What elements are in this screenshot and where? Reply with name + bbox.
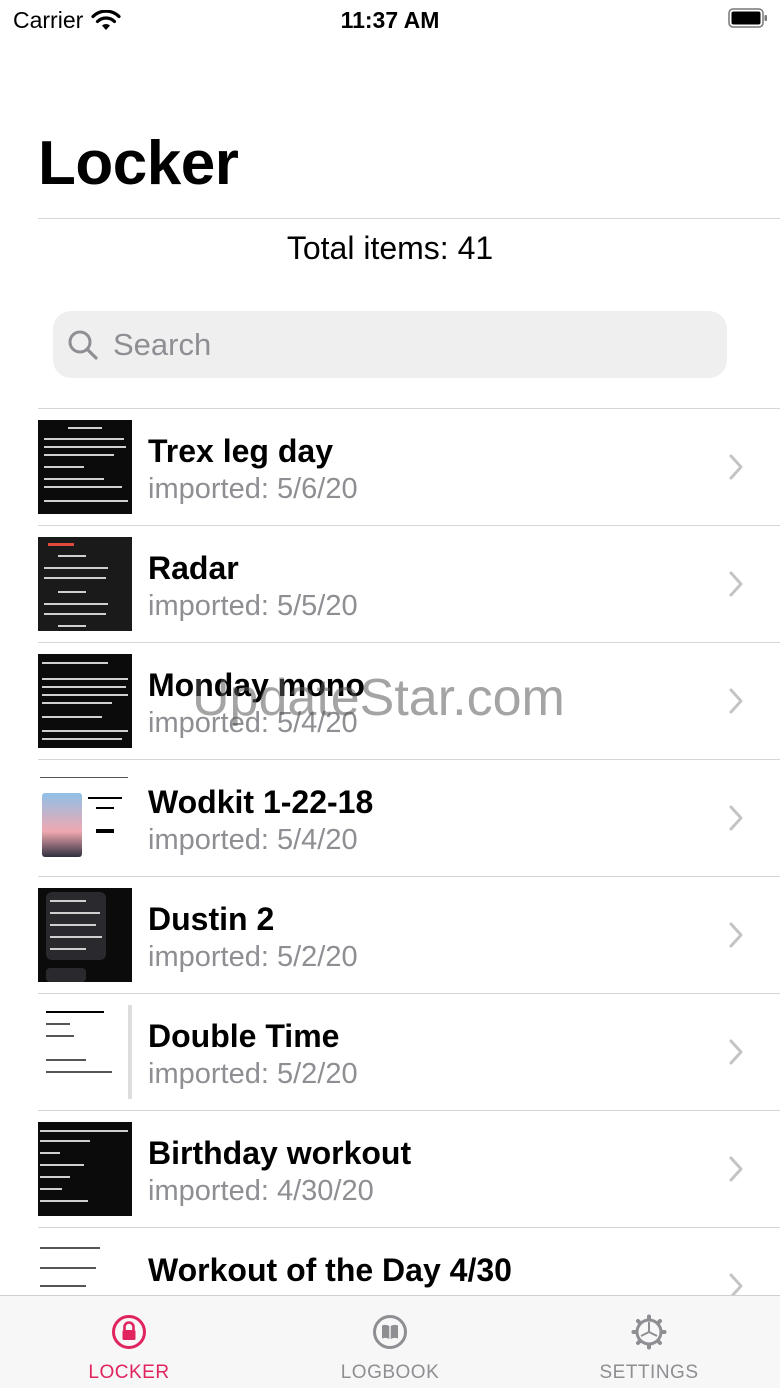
item-imported-date: imported: 5/2/20 xyxy=(148,1058,358,1090)
chevron-right-icon xyxy=(729,688,743,714)
search-bar[interactable] xyxy=(53,311,727,378)
list-item[interactable]: Dustin 2 imported: 5/2/20 xyxy=(0,877,780,994)
item-title: Birthday workout xyxy=(148,1135,412,1171)
tab-settings[interactable]: SETTINGS xyxy=(549,1296,749,1388)
tab-logbook[interactable]: LOGBOOK xyxy=(290,1296,490,1388)
chevron-right-icon xyxy=(729,571,743,597)
item-thumbnail xyxy=(38,1122,132,1216)
book-icon xyxy=(373,1315,407,1349)
item-thumbnail xyxy=(38,420,132,514)
item-title: Dustin 2 xyxy=(148,901,275,937)
item-title: Double Time xyxy=(148,1018,340,1054)
item-thumbnail xyxy=(38,654,132,748)
tab-label: LOCKER xyxy=(88,1362,170,1383)
status-bar: Carrier 11:37 AM xyxy=(0,0,780,42)
tab-label: SETTINGS xyxy=(599,1362,699,1383)
item-thumbnail xyxy=(38,888,132,982)
page-title: Locker xyxy=(38,129,239,198)
item-imported-date: imported: 5/2/20 xyxy=(148,941,358,973)
battery-icon xyxy=(728,8,767,28)
item-title: Radar xyxy=(148,550,239,586)
search-input[interactable] xyxy=(111,325,675,364)
search-icon xyxy=(68,330,98,360)
item-imported-date: imported: 5/4/20 xyxy=(148,707,358,739)
item-imported-date: imported: 4/30/20 xyxy=(148,1175,374,1207)
chevron-right-icon xyxy=(729,454,743,480)
header-divider xyxy=(38,218,780,219)
list-item[interactable]: Birthday workout imported: 4/30/20 xyxy=(0,1111,780,1228)
item-title: Monday mono xyxy=(148,667,365,703)
tab-bar: LOCKER LOGBOOK SETTINGS xyxy=(0,1295,780,1388)
total-items-count: Total items: 41 xyxy=(286,230,494,266)
item-thumbnail xyxy=(38,537,132,631)
tab-label: LOGBOOK xyxy=(340,1362,440,1383)
chevron-right-icon xyxy=(729,922,743,948)
item-imported-date: imported: 5/5/20 xyxy=(148,590,358,622)
item-title: Wodkit 1-22-18 xyxy=(148,784,374,820)
item-imported-date: imported: 5/6/20 xyxy=(148,473,358,505)
tab-locker[interactable]: LOCKER xyxy=(29,1296,229,1388)
lock-icon xyxy=(112,1315,146,1349)
list-item[interactable]: Monday mono imported: 5/4/20 xyxy=(0,643,780,760)
chevron-right-icon xyxy=(729,1039,743,1065)
locker-list: Trex leg day imported: 5/6/20 Radar impo… xyxy=(0,408,780,1345)
list-item[interactable]: Wodkit 1-22-18 imported: 5/4/20 xyxy=(0,760,780,877)
item-title: Workout of the Day 4/30 xyxy=(148,1252,512,1288)
item-thumbnail xyxy=(38,1005,132,1099)
item-title: Trex leg day xyxy=(148,433,333,469)
item-imported-date: imported: 5/4/20 xyxy=(148,824,358,856)
item-thumbnail xyxy=(38,771,132,865)
list-item[interactable]: Radar imported: 5/5/20 xyxy=(0,526,780,643)
gear-icon xyxy=(631,1314,667,1350)
list-item[interactable]: Double Time imported: 5/2/20 xyxy=(0,994,780,1111)
list-item[interactable]: Trex leg day imported: 5/6/20 xyxy=(0,409,780,526)
chevron-right-icon xyxy=(729,805,743,831)
status-time: 11:37 AM xyxy=(340,7,440,33)
chevron-right-icon xyxy=(729,1156,743,1182)
